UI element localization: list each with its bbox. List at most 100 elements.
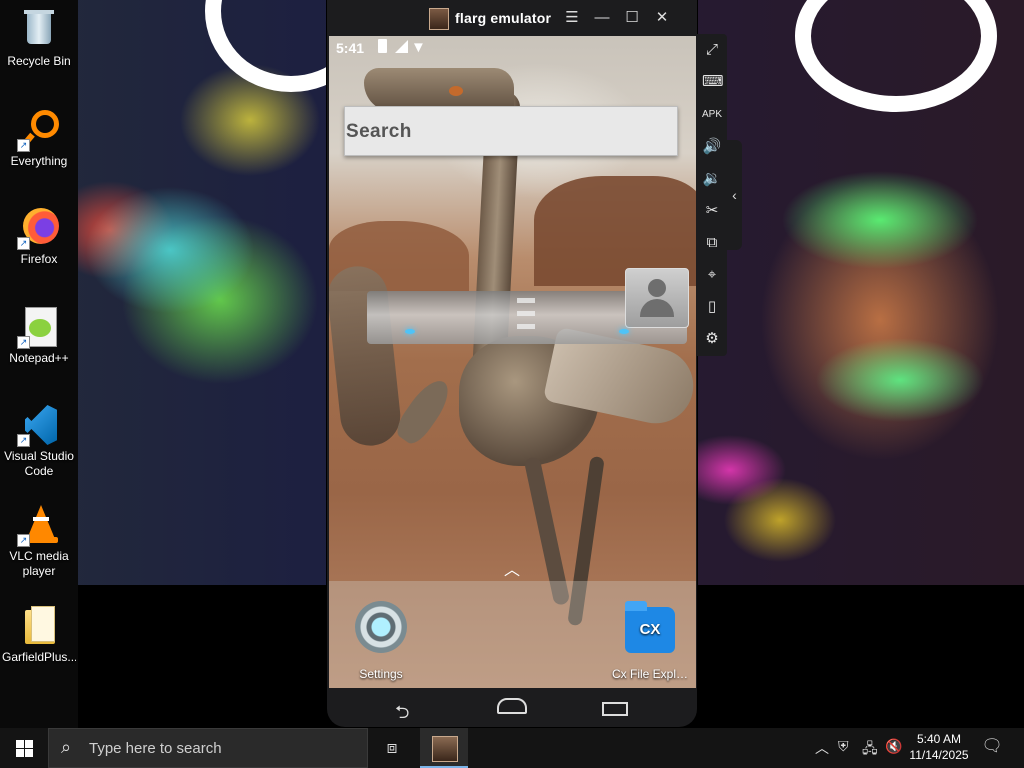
minimize-button[interactable]: — bbox=[592, 8, 612, 28]
task-view-icon: ⧈ bbox=[386, 738, 398, 757]
fullscreen-button[interactable]: ⤢ bbox=[702, 40, 722, 60]
volume-up-icon: 🔊 bbox=[702, 138, 722, 155]
emulator-titlebar[interactable]: flarg emulator ☰ — ☐ ✕ bbox=[327, 0, 697, 36]
notepad-plus-plus-icon: ↗ bbox=[17, 305, 59, 349]
network-icon[interactable]: 🖧 bbox=[862, 738, 878, 762]
collapse-toolbar-button[interactable]: ‹ bbox=[727, 140, 742, 250]
desktop-icon-recycle-bin[interactable]: Recycle Bin bbox=[2, 8, 76, 69]
close-button[interactable]: ✕ bbox=[652, 8, 672, 28]
search-widget-label: Search bbox=[346, 121, 412, 142]
clock-date: 11/14/2025 bbox=[909, 748, 969, 762]
wallpaper-road-line bbox=[517, 298, 535, 303]
vlc-icon: ↗ bbox=[17, 503, 59, 547]
android-home-screen[interactable]: 5:41 ▼ Search ︿ Settings CX Cx File Expl… bbox=[329, 36, 696, 688]
keyboard-button[interactable]: ⌨ bbox=[702, 72, 724, 92]
shake-button[interactable]: ▯ bbox=[702, 297, 722, 317]
desktop-icon-notepad-plus-plus[interactable]: ↗ Notepad++ bbox=[2, 305, 76, 366]
show-hidden-icons-button[interactable]: ︿ bbox=[815, 738, 829, 758]
desktop-icon-vlc[interactable]: ↗ VLC media player bbox=[2, 503, 76, 579]
maximize-icon: ☐ bbox=[625, 9, 639, 26]
battery-icon bbox=[378, 39, 387, 53]
shortcut-arrow-icon: ↗ bbox=[17, 336, 30, 349]
chevron-up-icon: ︿ bbox=[815, 740, 829, 756]
hamburger-icon: ☰ bbox=[565, 9, 579, 26]
emulator-window: flarg emulator ☰ — ☐ ✕ 5:41 ▼ Search ︿ S… bbox=[327, 0, 697, 727]
wallpaper-creature bbox=[391, 373, 457, 449]
shortcut-arrow-icon: ↗ bbox=[17, 139, 30, 152]
search-icon: ⌕ bbox=[61, 737, 72, 757]
app-cx-label: Cx File Expl… bbox=[611, 667, 688, 681]
volume-muted-icon[interactable]: 🔇 bbox=[885, 738, 902, 755]
settings-gear-icon bbox=[355, 601, 407, 653]
keyboard-icon: ⌨ bbox=[702, 73, 724, 90]
maximize-button[interactable]: ☐ bbox=[622, 8, 642, 28]
app-drawer-arrow-icon[interactable]: ︿ bbox=[504, 556, 520, 580]
notification-center-button[interactable]: 🗨 bbox=[980, 736, 1004, 760]
home-icon bbox=[497, 698, 527, 714]
contact-avatar-icon[interactable] bbox=[625, 268, 689, 328]
vibrate-icon: ▯ bbox=[707, 298, 717, 315]
page-indicator-dot bbox=[405, 329, 415, 334]
screenshot-button[interactable]: ✂ bbox=[702, 201, 722, 221]
firefox-icon: ↗ bbox=[17, 206, 59, 250]
back-button[interactable]: ⮌ bbox=[395, 700, 409, 730]
windows-taskbar: ⌕ Type here to search ⧈ ︿ ⛨ 🖧 🔇 5:40 AM … bbox=[0, 728, 1024, 768]
status-bar: 5:41 ▼ bbox=[329, 36, 696, 58]
taskbar-search-box[interactable]: ⌕ Type here to search bbox=[48, 728, 368, 768]
gear-icon: ⚙ bbox=[705, 330, 719, 347]
taskbar-search-placeholder: Type here to search bbox=[89, 740, 222, 757]
shortcut-arrow-icon: ↗ bbox=[17, 237, 30, 250]
back-icon: ⮌ bbox=[395, 702, 410, 722]
volume-up-button[interactable]: 🔊 bbox=[702, 137, 722, 157]
desktop-icon-garfieldplus[interactable]: GarfieldPlus... bbox=[2, 604, 76, 665]
wifi-icon: ▼ bbox=[411, 39, 426, 56]
wallpaper-road-line bbox=[517, 311, 535, 316]
wallpaper-road-line bbox=[517, 324, 535, 329]
vscode-icon: ↗ bbox=[17, 403, 59, 447]
location-pin-icon: ⌖ bbox=[707, 266, 717, 283]
emulator-title: flarg emulator bbox=[455, 10, 552, 26]
location-button[interactable]: ⌖ bbox=[702, 265, 722, 285]
android-nav-bar: ⮌ bbox=[327, 688, 697, 728]
multi-instance-button[interactable]: ⧉ bbox=[702, 233, 722, 253]
folder-icon bbox=[19, 604, 59, 648]
apk-install-button[interactable]: APK bbox=[702, 105, 722, 125]
app-cx-file-explorer[interactable]: CX Cx File Expl… bbox=[606, 601, 694, 681]
home-dock: Settings CX Cx File Expl… bbox=[329, 581, 696, 688]
scissors-icon: ✂ bbox=[705, 202, 719, 219]
desktop-icon-column: Recycle Bin ↗ Everything ↗ Firefox ↗ Not… bbox=[0, 0, 78, 728]
volume-down-button[interactable]: 🔉 bbox=[702, 169, 722, 189]
minimize-icon: — bbox=[594, 9, 610, 26]
avatar-shoulders bbox=[640, 299, 674, 317]
status-time: 5:41 bbox=[336, 40, 365, 56]
copy-add-icon: ⧉ bbox=[706, 234, 718, 251]
emulator-taskbar-icon bbox=[432, 736, 458, 762]
avatar-head bbox=[648, 279, 666, 297]
wallpaper-ring-right bbox=[795, 0, 997, 112]
desktop-icon-everything[interactable]: ↗ Everything bbox=[2, 108, 76, 169]
shortcut-arrow-icon: ↗ bbox=[17, 434, 30, 447]
page-indicator-dot bbox=[619, 329, 629, 334]
cx-badge: CX bbox=[639, 621, 661, 638]
emulator-side-toolbar: ⤢ ⌨ APK 🔊 🔉 ✂ ⧉ ⌖ ▯ ⚙ bbox=[697, 34, 727, 356]
home-button[interactable] bbox=[497, 698, 527, 714]
desktop-icon-firefox[interactable]: ↗ Firefox bbox=[2, 206, 76, 267]
chevron-left-icon: ‹ bbox=[732, 187, 737, 203]
signal-icon bbox=[395, 40, 408, 53]
tray-security-icon[interactable]: ⛨ bbox=[838, 738, 849, 755]
shortcut-arrow-icon: ↗ bbox=[17, 534, 30, 547]
taskbar-app-emulator[interactable] bbox=[420, 728, 468, 768]
emulator-settings-button[interactable]: ⚙ bbox=[702, 329, 722, 349]
task-view-button[interactable]: ⧈ bbox=[380, 736, 404, 760]
search-widget[interactable]: Search bbox=[344, 106, 678, 156]
app-settings-label: Settings bbox=[359, 667, 403, 681]
app-settings[interactable]: Settings bbox=[351, 601, 411, 681]
start-button[interactable] bbox=[0, 728, 48, 768]
taskbar-clock[interactable]: 5:40 AM 11/14/2025 bbox=[907, 731, 971, 763]
volume-down-icon: 🔉 bbox=[702, 170, 722, 187]
desktop-icon-vscode[interactable]: ↗ Visual Studio Code bbox=[2, 403, 76, 479]
menu-button[interactable]: ☰ bbox=[562, 8, 582, 28]
clock-time: 5:40 AM bbox=[916, 732, 962, 746]
recents-button[interactable] bbox=[602, 702, 628, 716]
apk-icon: APK bbox=[702, 109, 723, 120]
